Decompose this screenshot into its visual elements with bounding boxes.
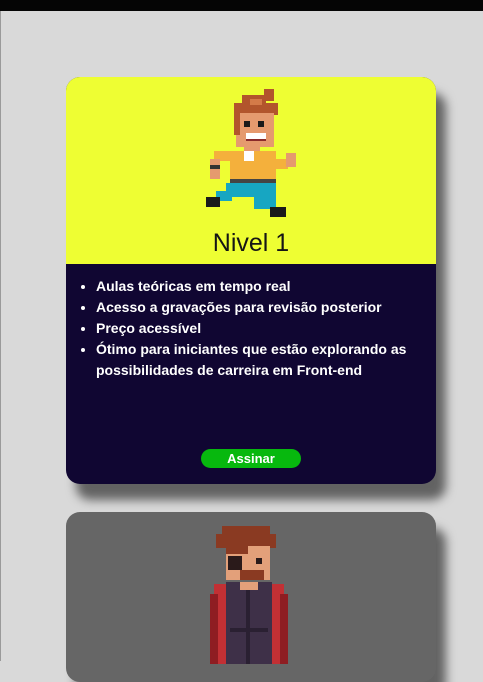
benefit-item: Ótimo para iniciantes que estão exploran…	[96, 339, 418, 381]
benefit-item: Preço acessível	[96, 318, 418, 339]
page-edge	[0, 11, 1, 661]
plan-card-hero: Nivel 1	[66, 77, 436, 264]
subscribe-button[interactable]: Assinar	[201, 449, 301, 468]
plan-benefits-list: Aulas teóricas em tempo real Acesso a gr…	[66, 264, 436, 381]
top-bar	[0, 0, 483, 11]
benefit-item: Acesso a gravações para revisão posterio…	[96, 297, 418, 318]
pixel-runner-character-icon	[206, 89, 296, 217]
plan-level-title: Nivel 1	[212, 229, 290, 257]
plan-card-level-2	[66, 512, 436, 682]
plan-card-level-1: Nivel 1 Aulas teóricas em tempo real Ace…	[66, 77, 436, 484]
benefit-item: Aulas teóricas em tempo real	[96, 276, 418, 297]
pixel-caped-character-icon	[210, 526, 288, 664]
